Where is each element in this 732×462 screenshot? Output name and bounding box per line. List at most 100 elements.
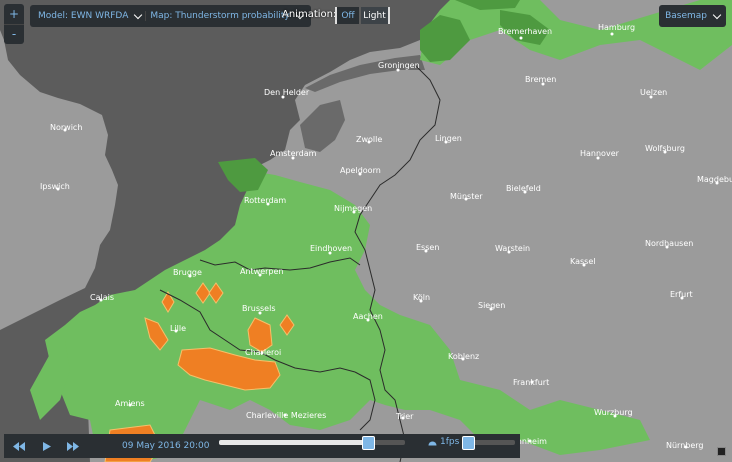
svg-text:Trier: Trier [395, 412, 414, 421]
chevron-down-icon [712, 10, 722, 19]
city-marker: Ipswich [40, 182, 70, 191]
svg-text:Nürnberg: Nürnberg [666, 441, 704, 450]
city-marker: Wurzburg [594, 408, 633, 418]
svg-text:Hannover: Hannover [580, 149, 620, 158]
city-marker: Trier [395, 412, 414, 421]
city-marker: Brussels [242, 304, 276, 315]
time-slider-fill [219, 440, 368, 445]
city-marker: Warstein [495, 244, 530, 254]
svg-text:Frankfurt: Frankfurt [513, 378, 549, 387]
svg-text:Ipswich: Ipswich [40, 182, 70, 191]
city-marker: Antwerpen [240, 267, 284, 277]
city-marker: Köln [413, 293, 430, 303]
svg-text:Lille: Lille [170, 324, 186, 333]
svg-text:Eindhoven: Eindhoven [310, 244, 352, 253]
step-forward-button[interactable] [62, 434, 84, 458]
svg-text:Köln: Köln [413, 293, 430, 302]
zoom-control: + - [4, 4, 24, 44]
city-marker: Lingen [435, 134, 462, 144]
map-toolbar: Model: EWN WRFDA Map: Thunderstorm proba… [30, 5, 311, 27]
play-button[interactable] [36, 434, 58, 458]
fps-control: 1fps [428, 437, 459, 447]
basemap-label: Basemap [665, 11, 707, 21]
svg-text:Amiens: Amiens [115, 399, 145, 408]
svg-text:Siegen: Siegen [478, 301, 505, 310]
city-marker: Essen [416, 243, 439, 253]
animation-light-toggle[interactable]: Light [361, 7, 390, 24]
city-marker: Eindhoven [310, 244, 352, 255]
svg-text:Hamburg: Hamburg [598, 23, 635, 32]
city-marker: Bremen [525, 75, 556, 86]
city-marker: Magdeburg [697, 175, 732, 185]
fps-slider-handle[interactable] [462, 436, 475, 450]
svg-text:Groningen: Groningen [378, 61, 420, 70]
svg-text:Bremen: Bremen [525, 75, 556, 84]
svg-text:Antwerpen: Antwerpen [240, 267, 284, 276]
model-dropdown[interactable]: Model: EWN WRFDA [34, 10, 145, 21]
city-marker: Hannover [580, 149, 620, 160]
city-marker: Nijmegen [334, 204, 372, 214]
svg-text:Rotterdam: Rotterdam [244, 196, 286, 205]
city-marker: Apeldoorn [340, 166, 381, 176]
svg-text:Kassel: Kassel [570, 257, 596, 266]
svg-text:Koblenz: Koblenz [448, 352, 479, 361]
city-marker: Bielefeld [506, 184, 541, 194]
city-marker: Siegen [478, 301, 505, 311]
svg-text:Essen: Essen [416, 243, 439, 252]
basemap-dropdown[interactable]: Basemap [659, 5, 726, 27]
city-marker: Wolfsburg [645, 144, 685, 154]
svg-text:Bielefeld: Bielefeld [506, 184, 541, 193]
svg-text:Brugge: Brugge [173, 268, 202, 277]
svg-text:Aachen: Aachen [353, 312, 383, 321]
city-marker: Münster [450, 192, 483, 201]
rewind-icon [13, 441, 25, 451]
city-marker: Amsterdam [270, 149, 317, 160]
svg-text:Wolfsburg: Wolfsburg [645, 144, 685, 153]
city-marker: Amiens [115, 399, 145, 408]
zoom-out-button[interactable]: - [4, 23, 24, 45]
svg-text:Erfurt: Erfurt [670, 290, 693, 299]
city-marker: Frankfurt [513, 378, 549, 387]
chevron-down-icon [134, 10, 143, 19]
animation-label: Animation: [282, 9, 337, 20]
city-marker: Uelzen [640, 88, 667, 99]
svg-text:Nordhausen: Nordhausen [645, 239, 693, 248]
city-marker: Charleroi [245, 348, 281, 357]
svg-text:Uelzen: Uelzen [640, 88, 667, 97]
zoom-in-button[interactable]: + [4, 4, 24, 24]
city-marker: Rotterdam [244, 196, 286, 206]
svg-text:Charleroi: Charleroi [245, 348, 281, 357]
time-slider[interactable] [219, 436, 405, 450]
city-marker: Nürnberg [666, 441, 704, 450]
map-corner-handle[interactable] [717, 447, 726, 456]
svg-text:Lingen: Lingen [435, 134, 462, 143]
map-dropdown-label: Map: Thunderstorm probability [150, 11, 290, 21]
speedometer-icon [428, 441, 437, 445]
city-marker: Den Helder [264, 88, 310, 99]
fast-forward-icon [67, 441, 79, 451]
svg-text:Charleville Mezieres: Charleville Mezieres [246, 411, 326, 420]
city-marker: Nordhausen [645, 239, 693, 249]
current-timestamp: 09 May 2016 20:00 [122, 441, 210, 451]
city-marker: Erfurt [670, 290, 693, 300]
svg-text:Brussels: Brussels [242, 304, 276, 313]
city-marker: Calais [90, 293, 114, 302]
model-dropdown-label: Model: EWN WRFDA [38, 11, 129, 21]
step-back-button[interactable] [8, 434, 30, 458]
map-canvas[interactable]: Bremerhaven Hamburg Groningen Bremen Den… [0, 0, 732, 462]
city-marker: Zwolle [356, 135, 382, 144]
animation-off-toggle[interactable]: Off [335, 7, 359, 24]
city-marker: Kassel [570, 257, 596, 267]
svg-text:Calais: Calais [90, 293, 114, 302]
svg-text:Warstein: Warstein [495, 244, 530, 253]
city-marker: Aachen [353, 312, 383, 322]
svg-text:Amsterdam: Amsterdam [270, 149, 317, 158]
svg-text:Münster: Münster [450, 192, 483, 201]
city-marker: Norwich [50, 123, 82, 132]
city-marker: Lille [170, 324, 186, 333]
svg-text:Zwolle: Zwolle [356, 135, 382, 144]
play-icon [43, 441, 51, 451]
svg-text:Wurzburg: Wurzburg [594, 408, 633, 417]
time-slider-handle[interactable] [361, 436, 375, 450]
svg-text:Den Helder: Den Helder [264, 88, 310, 97]
